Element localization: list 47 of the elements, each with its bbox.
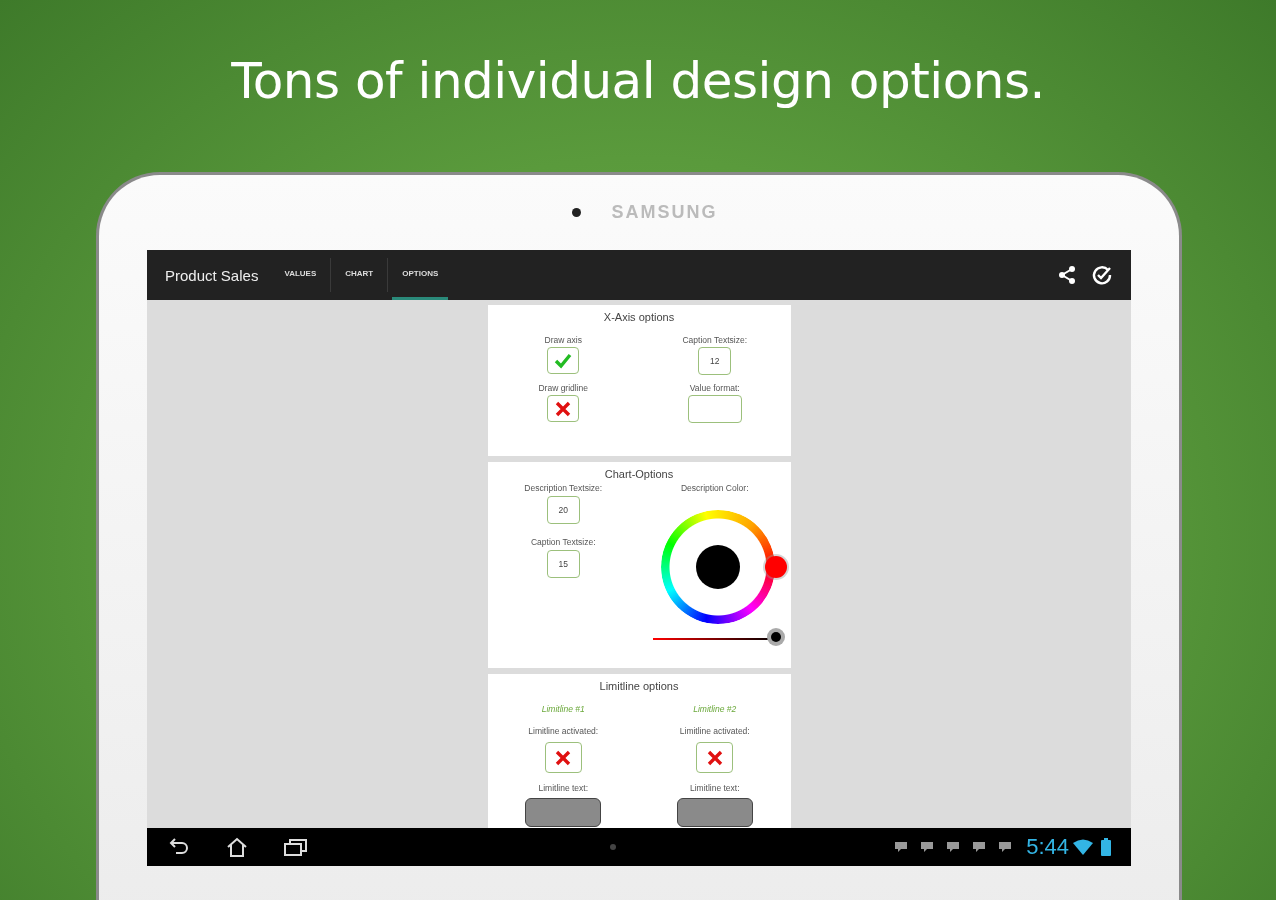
check-circle-icon[interactable] <box>1091 264 1113 286</box>
color-wheel[interactable] <box>660 510 789 624</box>
field-label: Description Color: <box>680 483 749 493</box>
headline: Tons of individual design options. <box>231 52 1045 112</box>
dot-icon <box>609 844 616 850</box>
field-label: Caption Textsize: <box>682 335 748 345</box>
checkbox[interactable] <box>544 742 582 773</box>
tab[interactable]: CHART <box>335 250 384 300</box>
input-field[interactable] <box>525 798 602 827</box>
app-title: Product Sales <box>165 266 259 284</box>
share-icon[interactable] <box>1057 265 1077 285</box>
card-title: X-Axis options <box>602 310 676 323</box>
wifi-icon <box>1073 839 1093 855</box>
field-label: Limitline activated: <box>528 726 599 736</box>
card-title: Limitline options <box>598 679 680 692</box>
camera-icon <box>572 208 582 217</box>
tab[interactable]: VALUES <box>274 250 327 300</box>
back-icon[interactable] <box>167 837 191 857</box>
brand-label: SAMSUNG <box>611 202 718 223</box>
input-field[interactable]: 15 <box>546 550 580 578</box>
notification-icon[interactable] <box>946 841 961 853</box>
input-field[interactable] <box>676 798 753 827</box>
input-field[interactable] <box>687 395 742 423</box>
checkbox[interactable] <box>547 347 580 374</box>
limitline-heading: Limitline #2 <box>693 704 737 714</box>
checkbox[interactable] <box>696 742 734 773</box>
home-icon[interactable] <box>225 836 249 858</box>
field-label: Description Textsize: <box>524 483 603 493</box>
notification-icon[interactable] <box>972 841 987 853</box>
notification-icon[interactable] <box>920 841 935 853</box>
input-field[interactable]: 12 <box>698 347 732 375</box>
field-label: Draw axis <box>544 335 582 345</box>
clock: 5:44 <box>1026 834 1069 860</box>
field-label: Draw gridline <box>538 383 589 393</box>
checkbox[interactable] <box>547 395 580 422</box>
field-label: Limitline text: <box>538 783 589 793</box>
field-label: Limitline text: <box>689 783 740 793</box>
input-field[interactable]: 20 <box>546 496 580 524</box>
battery-icon <box>1101 838 1111 856</box>
recent-apps-icon[interactable] <box>283 837 309 857</box>
field-label: Caption Textsize: <box>530 537 596 547</box>
field-label: Value format: <box>689 383 740 393</box>
field-label: Limitline activated: <box>679 726 750 736</box>
limitline-heading: Limitline #1 <box>541 704 585 714</box>
notification-icon[interactable] <box>998 841 1013 853</box>
card-title: Chart-Options <box>603 467 675 480</box>
notification-icon[interactable] <box>894 841 909 853</box>
